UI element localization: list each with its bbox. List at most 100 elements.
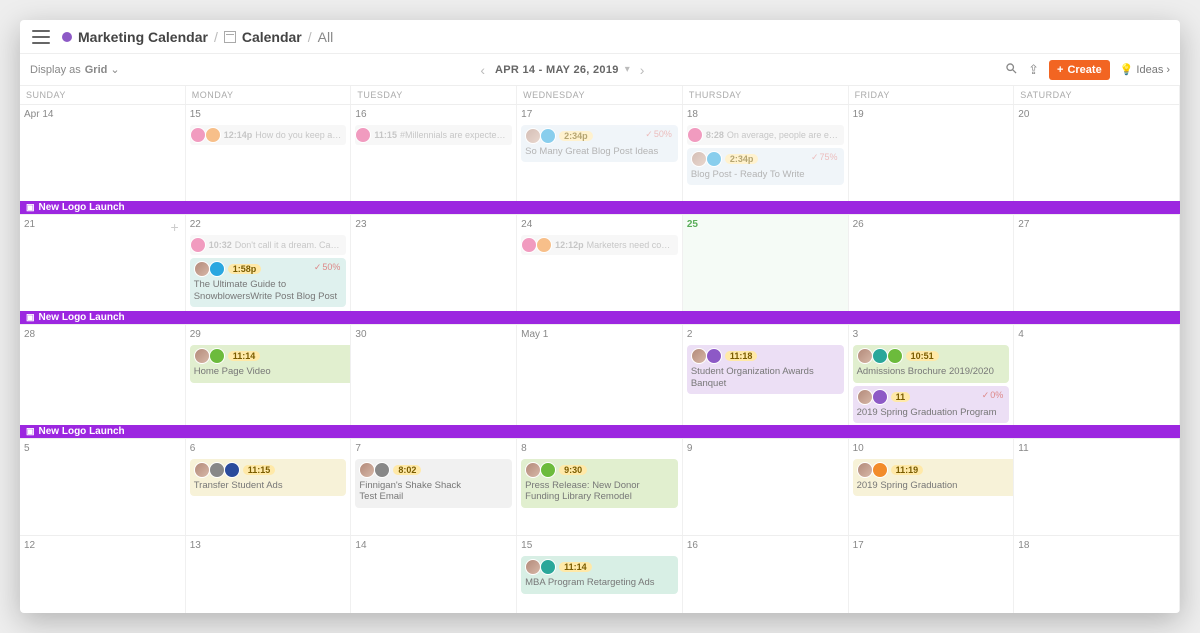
day-cell[interactable]: 15 11:14MBA Program Retargeting Ads: [517, 536, 683, 613]
day-number: 29: [190, 327, 347, 342]
day-cell[interactable]: 26: [849, 215, 1015, 311]
calendar-item[interactable]: 11:14 Home Page Video: [190, 345, 352, 382]
item-time: 10:51: [906, 351, 939, 361]
day-cell[interactable]: 12: [20, 536, 186, 613]
item-title: Blog Post - Ready To Write: [691, 169, 840, 180]
day-cell[interactable]: 4: [1014, 325, 1180, 425]
campaign-bar[interactable]: ▣New Logo Launch: [20, 425, 1180, 438]
color-dot-icon: [62, 32, 72, 42]
social-message[interactable]: 10:32Don't call it a dream. Ca…: [190, 235, 347, 255]
date-range[interactable]: APR 14 - MAY 26, 2019: [495, 64, 619, 76]
channel-icon: [521, 237, 537, 253]
day-cell[interactable]: 611:15Transfer Student Ads: [186, 439, 352, 535]
day-cell[interactable]: 11: [1014, 439, 1180, 535]
prev-range-button[interactable]: ‹: [476, 62, 489, 78]
social-message[interactable]: 8:28On average, people are e…: [687, 125, 844, 145]
day-cell[interactable]: 16: [683, 536, 849, 613]
calendar-item[interactable]: 8:02Finnigan's Shake ShackTest Email: [355, 459, 512, 508]
calendar-item[interactable]: 11:14MBA Program Retargeting Ads: [521, 556, 678, 593]
day-number: 18: [1018, 538, 1175, 553]
social-message[interactable]: 11:15#Millennials are expecte…: [355, 125, 512, 145]
channel-icon: [209, 348, 225, 364]
breadcrumb-filter[interactable]: All: [318, 29, 334, 45]
item-time: 11:14: [228, 351, 261, 361]
calendar-item[interactable]: 10:51Admissions Brochure 2019/2020: [853, 345, 1010, 382]
menu-icon[interactable]: [32, 30, 50, 44]
calendar-item[interactable]: 2:34p75%Blog Post - Ready To Write: [687, 148, 844, 185]
calendar-item[interactable]: 11:18Student Organization Awards Banquet: [687, 345, 844, 394]
day-cell[interactable]: 78:02Finnigan's Shake ShackTest Email: [351, 439, 517, 535]
item-title: Press Release: New Donor Funding Library…: [525, 480, 674, 503]
calendar-item[interactable]: 110%2019 Spring Graduation Program: [853, 386, 1010, 423]
day-cell[interactable]: 5: [20, 439, 186, 535]
day-cell[interactable]: 8 9:30 Press Release: New Donor Funding Li…: [517, 439, 683, 535]
folder-icon: ▣: [26, 426, 35, 437]
day-cell[interactable]: 25: [683, 215, 849, 311]
share-icon[interactable]: ⇪: [1028, 62, 1039, 78]
ideas-button[interactable]: 💡 Ideas ›: [1120, 63, 1170, 76]
item-title: Home Page Video: [194, 366, 352, 377]
day-cell[interactable]: 29 11:14 Home Page Video: [186, 325, 352, 425]
breadcrumb-section[interactable]: Calendar: [242, 29, 302, 45]
day-cell[interactable]: 30: [351, 325, 517, 425]
progress-badge: 75%: [811, 152, 838, 163]
next-range-button[interactable]: ›: [636, 62, 649, 78]
add-item-button[interactable]: +: [171, 219, 179, 235]
day-cell[interactable]: 188:28On average, people are e…2:34p75%B…: [683, 105, 849, 201]
chevron-down-icon[interactable]: ▾: [625, 64, 630, 75]
day-cell[interactable]: 13: [186, 536, 352, 613]
day-number: 21: [24, 217, 181, 232]
day-cell[interactable]: 17: [849, 536, 1015, 613]
day-cell[interactable]: 28: [20, 325, 186, 425]
day-cell[interactable]: 1611:15#Millennials are expecte…: [351, 105, 517, 201]
item-title: The Ultimate Guide to SnowblowersWrite P…: [194, 279, 343, 302]
item-title: Transfer Student Ads: [194, 480, 343, 491]
calendar-item[interactable]: 11:192019 Spring Graduation: [853, 459, 1015, 496]
day-cell[interactable]: 19: [849, 105, 1015, 201]
day-cell[interactable]: 27: [1014, 215, 1180, 311]
day-cell[interactable]: 15 12:14pHow do you keep a pu…: [186, 105, 352, 201]
day-header: Sunday: [20, 86, 186, 104]
item-time: 11:15: [243, 465, 276, 475]
day-cell[interactable]: 2210:32Don't call it a dream. Ca…1:58p50…: [186, 215, 352, 311]
day-cell[interactable]: Apr 14: [20, 105, 186, 201]
day-cell[interactable]: 20: [1014, 105, 1180, 201]
display-mode-select[interactable]: Grid ⌄: [85, 63, 120, 76]
folder-icon: ▣: [26, 312, 35, 323]
campaign-bar[interactable]: ▣New Logo Launch: [20, 311, 1180, 324]
campaign-bar[interactable]: ▣New Logo Launch: [20, 201, 1180, 214]
item-time: 11:14: [559, 562, 592, 572]
social-message[interactable]: 12:12pMarketers need consis…: [521, 235, 678, 255]
calendar-item[interactable]: 1:58p50%The Ultimate Guide to Snowblower…: [190, 258, 347, 307]
day-number: 8: [521, 441, 678, 456]
day-number: 27: [1018, 217, 1175, 232]
social-message[interactable]: 12:14pHow do you keep a pu…: [190, 125, 347, 145]
day-number: 12: [24, 538, 181, 553]
chevron-down-icon: ⌄: [110, 63, 119, 76]
item-time: 9:30: [559, 465, 587, 475]
progress-badge: 50%: [314, 262, 341, 273]
day-number: 15: [521, 538, 678, 553]
day-cell[interactable]: 172:34p50%So Many Great Blog Post Ideas: [517, 105, 683, 201]
channel-icon: [872, 348, 888, 364]
day-cell[interactable]: 1011:192019 Spring Graduation: [849, 439, 1015, 535]
avatar: [857, 462, 873, 478]
calendar-item[interactable]: 9:30 Press Release: New Donor Funding Lib…: [521, 459, 678, 508]
calendar-item[interactable]: 11:15 Transfer Student Ads: [190, 459, 347, 496]
day-cell[interactable]: May 1: [517, 325, 683, 425]
day-cell[interactable]: 18: [1014, 536, 1180, 613]
calendar-item[interactable]: 2:34p50%So Many Great Blog Post Ideas: [521, 125, 678, 162]
day-cell[interactable]: 24 12:12pMarketers need consis…: [517, 215, 683, 311]
search-icon[interactable]: [1005, 62, 1018, 78]
day-number: 24: [521, 217, 678, 232]
day-cell[interactable]: 21+: [20, 215, 186, 311]
day-cell[interactable]: 23: [351, 215, 517, 311]
create-button[interactable]: + Create: [1049, 60, 1110, 80]
channel-icon: [872, 389, 888, 405]
breadcrumb-folder[interactable]: Marketing Calendar: [78, 29, 208, 45]
day-number: 15: [190, 107, 347, 122]
day-cell[interactable]: 9: [683, 439, 849, 535]
day-cell[interactable]: 211:18Student Organization Awards Banque…: [683, 325, 849, 425]
day-cell[interactable]: 310:51Admissions Brochure 2019/2020110%2…: [849, 325, 1015, 425]
day-cell[interactable]: 14: [351, 536, 517, 613]
